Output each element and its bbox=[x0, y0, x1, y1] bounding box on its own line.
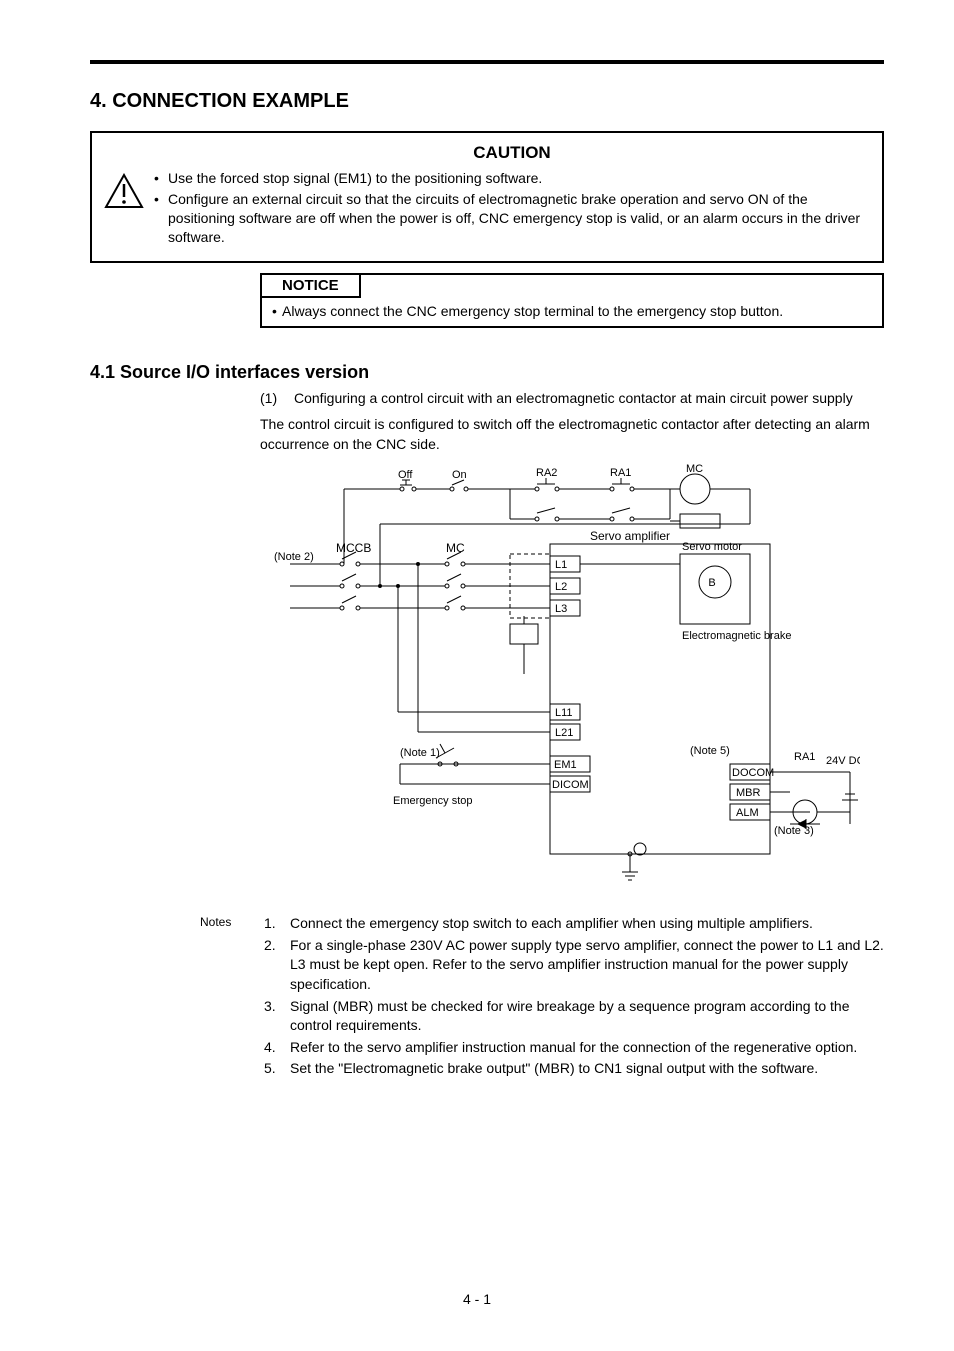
lbl-note5: (Note 5) bbox=[690, 745, 730, 757]
note-num: 2. bbox=[264, 936, 290, 995]
lbl-l11: L11 bbox=[555, 707, 573, 719]
warning-triangle-icon bbox=[104, 173, 144, 209]
note-num: 4. bbox=[264, 1038, 290, 1058]
bullet-icon: • bbox=[154, 169, 168, 188]
notes-label: Notes bbox=[200, 914, 264, 934]
note-num: 1. bbox=[264, 914, 290, 934]
lbl-l3: L3 bbox=[555, 603, 567, 615]
lbl-24v: 24V DC bbox=[826, 755, 860, 767]
lbl-l21: L21 bbox=[555, 727, 573, 739]
caution-item-text: Use the forced stop signal (EM1) to the … bbox=[168, 169, 870, 188]
note-text: Connect the emergency stop switch to eac… bbox=[290, 914, 884, 934]
note-text: For a single-phase 230V AC power supply … bbox=[290, 936, 884, 995]
page-number: 4 - 1 bbox=[0, 1291, 954, 1307]
lbl-emg: Emergency stop bbox=[393, 795, 472, 807]
numbered-para: (1) Configuring a control circuit with a… bbox=[260, 389, 884, 409]
note-text: Refer to the servo amplifier instruction… bbox=[290, 1038, 884, 1058]
caution-item: • Use the forced stop signal (EM1) to th… bbox=[154, 169, 870, 188]
lbl-mc-coil: MC bbox=[686, 464, 703, 475]
lbl-servo-amp: Servo amplifier bbox=[590, 529, 670, 543]
caution-item-text: Configure an external circuit so that th… bbox=[168, 190, 870, 247]
note-text: Signal (MBR) must be checked for wire br… bbox=[290, 997, 884, 1036]
lbl-em1: EM1 bbox=[554, 759, 577, 771]
caution-item: • Configure an external circuit so that … bbox=[154, 190, 870, 247]
section-heading: 4. CONNECTION EXAMPLE bbox=[90, 90, 884, 113]
lbl-note3: (Note 3) bbox=[774, 825, 814, 837]
subsection-title: 4.1 Source I/O interfaces version bbox=[90, 362, 884, 383]
lbl-brake: Electromagnetic brake bbox=[682, 630, 791, 642]
para: The control circuit is configured to swi… bbox=[260, 415, 884, 454]
lbl-mbr: MBR bbox=[736, 787, 761, 799]
lbl-mc: MC bbox=[446, 541, 465, 555]
notes-block: Notes 1. Connect the emergency stop swit… bbox=[200, 914, 884, 1079]
notice-body-text: Always connect the CNC emergency stop te… bbox=[282, 302, 783, 321]
lbl-off: Off bbox=[398, 469, 413, 481]
caution-title: CAUTION bbox=[154, 143, 870, 163]
notice-title: NOTICE bbox=[262, 275, 361, 298]
top-rule bbox=[90, 60, 884, 64]
lbl-note2: (Note 2) bbox=[274, 551, 314, 563]
lbl-note1: (Note 1) bbox=[400, 747, 440, 759]
lbl-ra1: RA1 bbox=[610, 467, 631, 479]
notice-box: NOTICE • Always connect the CNC emergenc… bbox=[260, 273, 884, 329]
para-body: Configuring a control circuit with an el… bbox=[294, 389, 884, 409]
lbl-l1: L1 bbox=[555, 559, 567, 571]
lbl-mccb: MCCB bbox=[336, 541, 371, 555]
caution-box: CAUTION • Use the forced stop signal (EM… bbox=[90, 131, 884, 263]
lbl-ra2: RA2 bbox=[536, 467, 557, 479]
lbl-dicom: DICOM bbox=[552, 779, 589, 791]
circuit-diagram: MCCB MC Off On RA2 RA1 MC (Note 2) L1 L2… bbox=[250, 464, 884, 894]
lbl-servo-motor: Servo motor bbox=[682, 541, 742, 553]
caution-icon-col bbox=[104, 143, 154, 249]
note-text: Set the "Electromagnetic brake output" (… bbox=[290, 1059, 884, 1079]
para-number: (1) bbox=[260, 389, 294, 409]
lbl-b: B bbox=[708, 577, 715, 589]
note-num: 5. bbox=[264, 1059, 290, 1079]
bullet-icon: • bbox=[154, 190, 168, 247]
lbl-on: On bbox=[452, 469, 467, 481]
lbl-ra1-coil: RA1 bbox=[794, 751, 815, 763]
note-num: 3. bbox=[264, 997, 290, 1036]
lbl-docom: DOCOM bbox=[732, 767, 774, 779]
bullet-icon: • bbox=[272, 302, 282, 321]
lbl-alm: ALM bbox=[736, 807, 759, 819]
lbl-l2: L2 bbox=[555, 581, 567, 593]
